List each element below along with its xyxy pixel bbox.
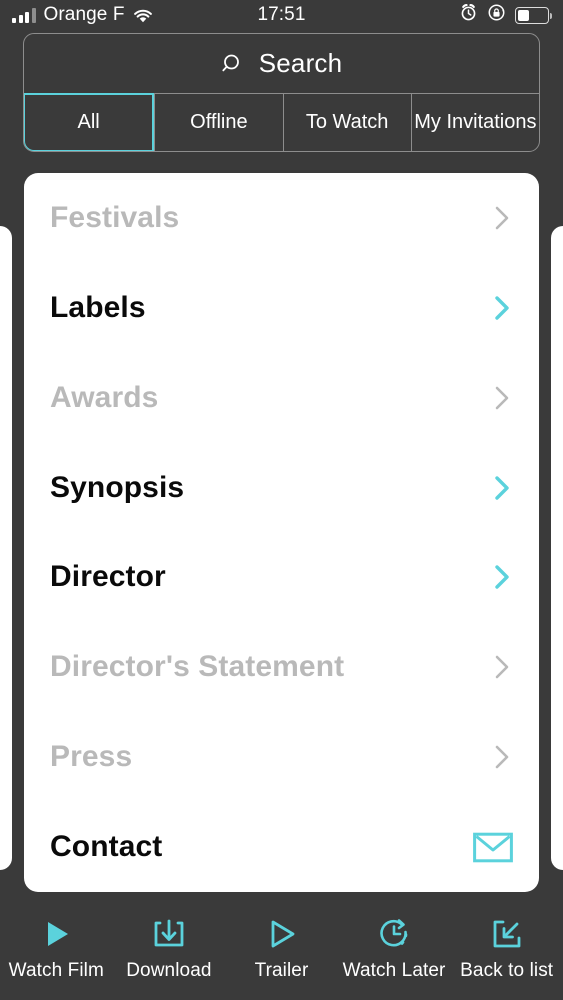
toolbar-label: Back to list [460, 960, 554, 981]
battery-icon [515, 6, 552, 24]
list-item-label: Press [50, 740, 133, 774]
tab-to-watch-label: To Watch [305, 111, 389, 133]
search-and-tabs-block: Search All Offline To Watch My Invitatio… [23, 33, 540, 152]
toolbar-label: Watch Later [342, 960, 446, 981]
download-tray-icon [152, 917, 186, 951]
chevron-right-icon [491, 561, 513, 593]
card-carousel[interactable]: Festivals Labels Awards Synopsis Directo… [0, 173, 563, 903]
bottom-toolbar: Watch Film Download Trailer Watch Later … [0, 903, 563, 1000]
envelope-icon [473, 832, 513, 863]
tab-offline-label: Offline [190, 111, 248, 133]
tab-offline[interactable]: Offline [154, 94, 282, 151]
list-item-labels[interactable]: Labels [50, 263, 513, 353]
list-item-label: Labels [50, 290, 146, 324]
toolbar-trailer[interactable]: Trailer [225, 917, 338, 982]
list-item-synopsis[interactable]: Synopsis [50, 443, 513, 533]
clock-arrow-icon [377, 917, 411, 951]
status-bar-right [459, 3, 552, 28]
play-outline-icon [264, 917, 298, 951]
chevron-right-icon [491, 741, 513, 773]
wifi-icon [133, 8, 153, 23]
toolbar-download[interactable]: Download [113, 917, 226, 982]
list-item-label: Director [50, 560, 166, 594]
list-item-label: Synopsis [50, 470, 185, 504]
list-item-contact[interactable]: Contact [50, 802, 513, 892]
status-bar-left: Orange F [12, 4, 153, 26]
carrier-label: Orange F [43, 4, 125, 25]
toolbar-back-to-list[interactable]: Back to list [450, 917, 563, 982]
list-item-label: Festivals [50, 200, 180, 234]
toolbar-watch-later[interactable]: Watch Later [338, 917, 451, 982]
chevron-right-icon [491, 472, 513, 504]
next-card-peek[interactable] [551, 226, 563, 870]
toolbar-label: Trailer [254, 960, 309, 981]
tab-to-watch[interactable]: To Watch [282, 94, 411, 151]
tab-all-label: All [77, 111, 100, 133]
phone-screen: Orange F 17:51 Search All Offline To Wat… [0, 0, 563, 1000]
rotation-lock-icon [487, 3, 506, 28]
chevron-right-icon [491, 292, 513, 324]
toolbar-label: Download [126, 960, 212, 981]
chevron-right-icon [491, 202, 513, 234]
back-to-list-icon [490, 917, 524, 951]
signal-bars-icon [12, 7, 36, 23]
chevron-right-icon [491, 651, 513, 683]
toolbar-watch-film[interactable]: Watch Film [0, 917, 113, 982]
alarm-clock-icon [459, 3, 478, 28]
list-item-press[interactable]: Press [50, 712, 513, 802]
tab-all[interactable]: All [24, 93, 155, 151]
toolbar-label: Watch Film [8, 960, 104, 981]
play-filled-icon [39, 917, 73, 951]
list-item-label: Contact [50, 830, 163, 864]
list-item-label: Awards [50, 380, 159, 414]
list-item-festivals[interactable]: Festivals [50, 173, 513, 263]
film-detail-card: Festivals Labels Awards Synopsis Directo… [24, 173, 539, 892]
list-item-directors-statement[interactable]: Director's Statement [50, 622, 513, 712]
list-item-awards[interactable]: Awards [50, 353, 513, 443]
search-icon [221, 52, 245, 76]
list-item-label: Director's Statement [50, 650, 345, 684]
status-bar: Orange F 17:51 [0, 0, 563, 30]
filter-tabs: All Offline To Watch My Invitations [24, 93, 539, 151]
search-input[interactable]: Search [24, 34, 539, 93]
tab-my-invitations[interactable]: My Invitations [410, 94, 539, 151]
list-item-director[interactable]: Director [50, 533, 513, 623]
chevron-right-icon [491, 382, 513, 414]
search-placeholder: Search [258, 48, 343, 78]
tab-my-invitations-label: My Invitations [414, 111, 537, 133]
previous-card-peek[interactable] [0, 226, 12, 870]
